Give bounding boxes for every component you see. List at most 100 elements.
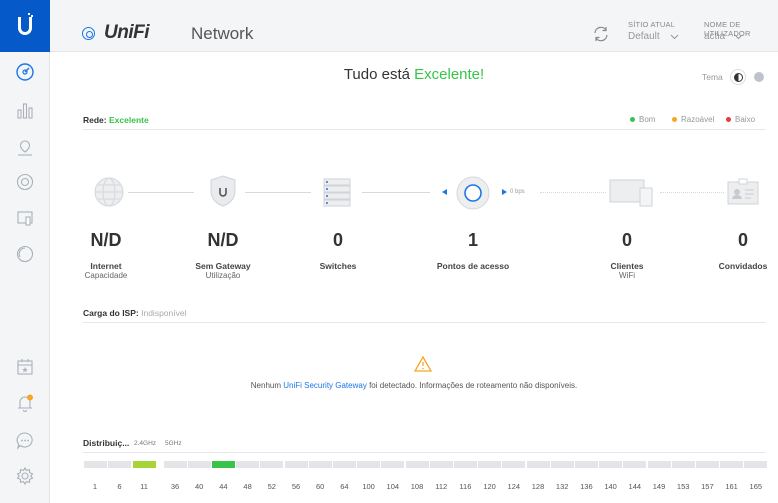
ubiquiti-logo[interactable] (0, 0, 50, 52)
divider (83, 452, 766, 453)
usg-link[interactable]: UniFi Security Gateway (283, 381, 367, 390)
top-header: UniFi Network SÍTIO ATUAL Default NOME D… (50, 0, 778, 52)
ghz5-channel-bar-157 (695, 461, 719, 468)
ghz5-channel-bar-128 (526, 461, 550, 468)
ghz5-channel-label-108: 108 (410, 482, 424, 491)
ghz5-channel-label-100: 100 (362, 482, 375, 491)
internet-label: Internet (90, 261, 122, 271)
site-label: SÍTIO ATUAL (628, 20, 676, 29)
legend-good: Bom (630, 115, 655, 124)
ghz5-channel-bar-140 (599, 461, 623, 468)
warning-icon (414, 356, 432, 372)
ghz5-channel-bar-124 (502, 461, 526, 468)
internet-globe-icon[interactable] (93, 176, 125, 208)
ghz24-channel-bar-6 (108, 461, 131, 468)
tab-2-4ghz[interactable]: 2.4GHz (134, 440, 156, 447)
ghz5-channel-bar-153 (671, 461, 695, 468)
ghz5-channel-bar-112 (429, 461, 453, 468)
gateway-shield-icon[interactable] (209, 174, 237, 208)
page-headline: Tudo está Excelente! (343, 66, 485, 83)
ghz5-channel-label-124: 124 (507, 482, 521, 491)
user-value: actia (704, 31, 726, 42)
ghz5-channel-label-136: 136 (580, 482, 593, 491)
ghz5-channel-label-157: 157 (701, 482, 714, 491)
gateway-sublabel: Utilização (205, 271, 241, 280)
map-icon[interactable] (15, 138, 35, 158)
clients-icon[interactable] (15, 208, 35, 228)
user-selector[interactable]: actia (704, 31, 764, 45)
ghz24-channel-bar-11 (132, 461, 156, 468)
legend-low-dot (726, 117, 731, 123)
ghz5-channel-bar-48 (236, 461, 260, 468)
ghz5-channel-bar-144 (623, 461, 647, 468)
ghz5-channel-label-64: 64 (340, 482, 349, 491)
ghz5-channel-label-120: 120 (483, 482, 496, 491)
chat-icon[interactable] (15, 430, 35, 450)
clients-sublabel: WiFi (619, 271, 635, 280)
ghz24-channel-label-11: 11 (140, 482, 148, 491)
link-line-dotted (660, 192, 724, 193)
ghz5-channel-bar-100 (357, 461, 381, 468)
refresh-icon[interactable] (592, 25, 610, 43)
ghz5-channel-label-140: 140 (604, 482, 617, 491)
gateway-count: N/D (207, 230, 239, 250)
ghz5-channel-bar-36 (163, 461, 187, 468)
switch-stack-icon[interactable] (321, 176, 353, 208)
site-selector[interactable]: Default (628, 31, 688, 45)
switches-count: 0 (332, 230, 343, 250)
ghz24-channel-bar-1 (83, 461, 107, 468)
ghz5-channel-label-52: 52 (267, 482, 276, 491)
ghz5-channel-label-132: 132 (555, 482, 569, 491)
ap-throughput: 0 bps (510, 189, 525, 195)
chevron-down-icon (670, 34, 679, 40)
ghz5-channel-bar-108 (405, 461, 429, 468)
ghz5-channel-label-104: 104 (386, 482, 400, 491)
access-point-icon[interactable] (456, 176, 490, 210)
ghz5-channel-label-60: 60 (316, 482, 325, 491)
guests-badge-icon[interactable] (726, 178, 760, 208)
events-calendar-icon[interactable] (15, 357, 35, 377)
settings-gear-icon[interactable] (15, 466, 35, 486)
network-status-label: Rede: Excelente (83, 115, 149, 125)
theme-contrast-button[interactable] (730, 69, 746, 85)
ghz5-channel-bar-149 (647, 461, 671, 468)
gateway-label: Sem Gateway (195, 261, 251, 271)
devices-icon[interactable] (15, 172, 35, 192)
ghz5-channel-label-36: 36 (170, 482, 180, 491)
downlink-arrow-icon (442, 189, 447, 195)
theme-toggle-dot[interactable] (754, 72, 764, 82)
ghz5-channel-bar-165 (744, 461, 768, 468)
ghz5-channel-label-165: 165 (749, 482, 763, 491)
brand-product: Network (191, 24, 254, 43)
internet-count: N/D (90, 230, 122, 250)
ghz5-channel-bar-44 (211, 461, 235, 468)
legend-good-dot (630, 117, 635, 123)
ghz5-channel-bar-104 (381, 461, 405, 468)
ghz5-channel-label-44: 44 (219, 482, 228, 491)
ghz24-channel-label-1: 1 (92, 482, 98, 491)
ghz5-channel-label-116: 116 (459, 482, 472, 491)
brand-name: UniFi (104, 22, 150, 43)
ghz5-channel-bar-60 (308, 461, 332, 468)
link-line-dotted (540, 192, 606, 193)
unifi-network-logo-icon (82, 27, 95, 40)
alerts-bell-icon[interactable] (15, 393, 35, 413)
link-line (128, 192, 194, 193)
ghz5-channel-label-153: 153 (676, 482, 690, 491)
wifi-clients-icon[interactable] (608, 178, 656, 208)
ghz5-channel-bar-52 (260, 461, 284, 468)
contrast-icon (733, 72, 743, 82)
site-value: Default (628, 31, 660, 42)
ghz5-channel-bar-120 (478, 461, 502, 468)
insights-icon[interactable] (15, 244, 35, 264)
ubiquiti-logo-icon (18, 13, 33, 35)
overall-status: Excelente! (414, 66, 485, 83)
clients-label: Clientes (610, 261, 644, 271)
statistics-icon[interactable] (15, 100, 35, 120)
access-points-label: Pontos de acesso (436, 261, 510, 271)
uplink-arrow-icon (502, 189, 507, 195)
tab-5ghz[interactable]: 5GHz (165, 440, 182, 447)
divider (83, 129, 766, 130)
ghz5-channel-bar-40 (187, 461, 211, 468)
ghz5-channel-label-56: 56 (291, 482, 301, 491)
